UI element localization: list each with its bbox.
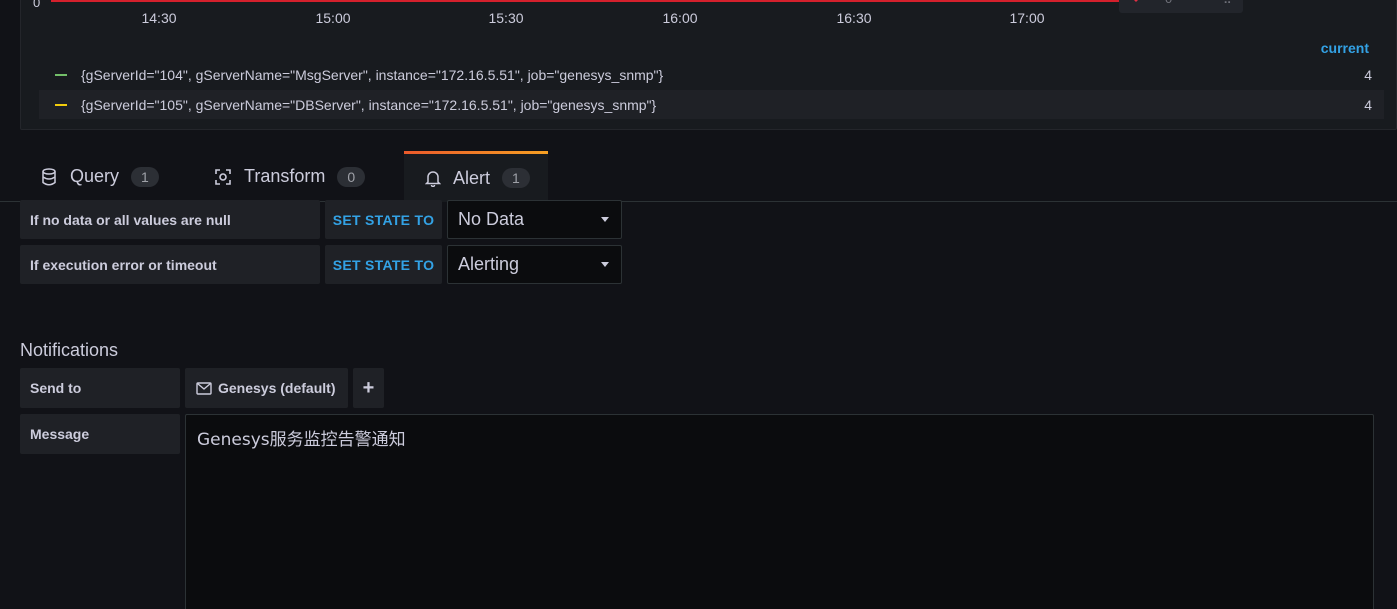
- threshold-handle[interactable]: 0 ⠿: [1119, 0, 1243, 13]
- x-tick: 17:00: [1009, 10, 1045, 26]
- caret-down-icon: [601, 262, 609, 267]
- legend-item[interactable]: {gServerId="105", gServerName="DBServer"…: [39, 90, 1384, 119]
- message-label: Message: [20, 414, 180, 454]
- threshold-line: [51, 0, 1121, 2]
- no-data-state-select[interactable]: No Data: [447, 200, 622, 239]
- x-tick: 16:00: [662, 10, 698, 26]
- tab-count-badge: 0: [337, 166, 366, 187]
- legend-item[interactable]: {gServerId="104", gServerName="MsgServer…: [39, 60, 1384, 89]
- editor-tabs: Query 1 Transform 0 Alert 1: [0, 151, 1397, 202]
- tab-label: Transform: [244, 166, 326, 186]
- envelope-icon: [196, 381, 212, 395]
- bell-icon: [425, 169, 441, 187]
- series-color-swatch[interactable]: [55, 73, 67, 76]
- exec-error-state-select[interactable]: Alerting: [447, 245, 622, 284]
- legend-column-current[interactable]: current: [1321, 40, 1369, 56]
- caret-down-icon: [601, 217, 609, 222]
- notifications-heading: Notifications: [20, 340, 119, 360]
- select-value: Alerting: [458, 254, 520, 274]
- message-textarea[interactable]: Genesys服务监控告警通知: [185, 414, 1374, 609]
- drag-handle-icon[interactable]: ⠿: [1223, 0, 1232, 7]
- exec-error-label: If execution error or timeout: [20, 245, 320, 284]
- database-icon: [40, 167, 58, 186]
- x-tick: 14:30: [141, 10, 177, 26]
- send-to-label: Send to: [20, 368, 180, 408]
- tab-query[interactable]: Query 1: [40, 151, 159, 202]
- heart-icon: [1129, 0, 1143, 6]
- tab-transform[interactable]: Transform 0: [214, 151, 366, 202]
- y-axis-zero-label: 0: [33, 0, 41, 10]
- add-notifier-button[interactable]: +: [353, 368, 384, 408]
- tab-alert[interactable]: Alert 1: [404, 151, 548, 202]
- legend-series-value: 4: [1364, 96, 1372, 113]
- set-state-keyword: SET STATE TO: [325, 245, 442, 284]
- tab-count-badge: 1: [502, 168, 530, 188]
- select-value: No Data: [458, 209, 525, 229]
- threshold-value: 0: [1165, 0, 1172, 6]
- legend-series-value: 4: [1364, 66, 1372, 83]
- legend-series-name[interactable]: {gServerId="104", gServerName="MsgServer…: [81, 67, 1344, 83]
- tab-label: Alert: [453, 167, 491, 188]
- x-tick: 16:30: [836, 10, 872, 26]
- x-tick: 15:30: [488, 10, 524, 26]
- notifier-chip[interactable]: Genesys (default): [185, 368, 348, 408]
- no-data-label: If no data or all values are null: [20, 200, 320, 239]
- tab-count-badge: 1: [131, 166, 159, 187]
- notifier-name: Genesys (default): [218, 380, 336, 396]
- tab-label: Query: [70, 166, 120, 186]
- transform-icon: [214, 168, 232, 186]
- legend-series-name[interactable]: {gServerId="105", gServerName="DBServer"…: [81, 97, 1344, 113]
- set-state-keyword: SET STATE TO: [325, 200, 442, 239]
- series-color-swatch[interactable]: [55, 103, 67, 106]
- graph-panel: 0 14:30 15:00 15:30 16:00 16:30 17:00 0 …: [20, 0, 1397, 130]
- x-tick: 15:00: [315, 10, 351, 26]
